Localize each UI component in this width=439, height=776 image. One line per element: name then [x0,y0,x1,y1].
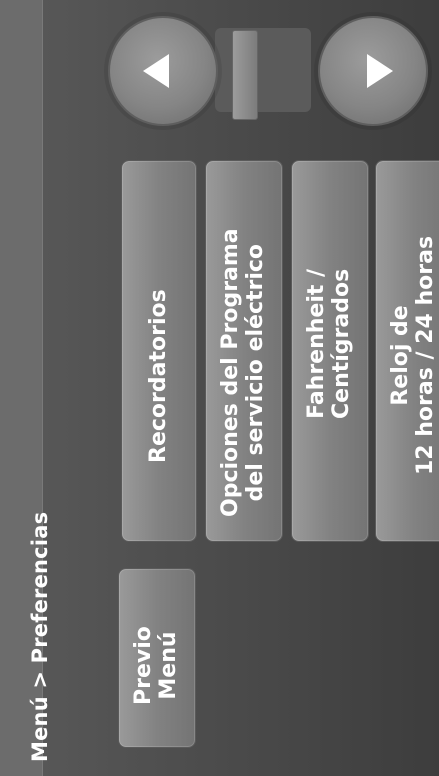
fahrenheit-celsius-label: Fahrenheit / Centígrados [304,268,355,419]
scroll-track [215,28,311,112]
utility-program-options-button[interactable]: Opciones del Programa del servicio eléct… [205,160,283,542]
reminders-button[interactable]: Recordatorios [121,160,197,542]
thermostat-screen: Menú > Preferencias Previo Menú Recordat… [0,0,439,776]
reminders-label: Recordatorios [146,289,171,463]
previous-menu-label: Previo Menú [131,626,182,705]
clock-format-button[interactable]: Reloj de 12 horas / 24 horas [375,160,439,542]
breadcrumb: Menú > Preferencias [28,511,52,762]
scroll-indicator[interactable] [232,30,258,120]
fahrenheit-celsius-button[interactable]: Fahrenheit / Centígrados [291,160,369,542]
arrow-left-icon [143,54,169,88]
clock-format-label: Reloj de 12 horas / 24 horas [388,235,439,475]
utility-program-options-label: Opciones del Programa del servicio eléct… [218,228,269,517]
scroll-down-button[interactable] [318,16,428,126]
arrow-right-icon [367,54,393,88]
header-bar: Menú > Preferencias [0,0,52,776]
scroll-up-button[interactable] [108,16,218,126]
previous-menu-button[interactable]: Previo Menú [118,568,196,748]
